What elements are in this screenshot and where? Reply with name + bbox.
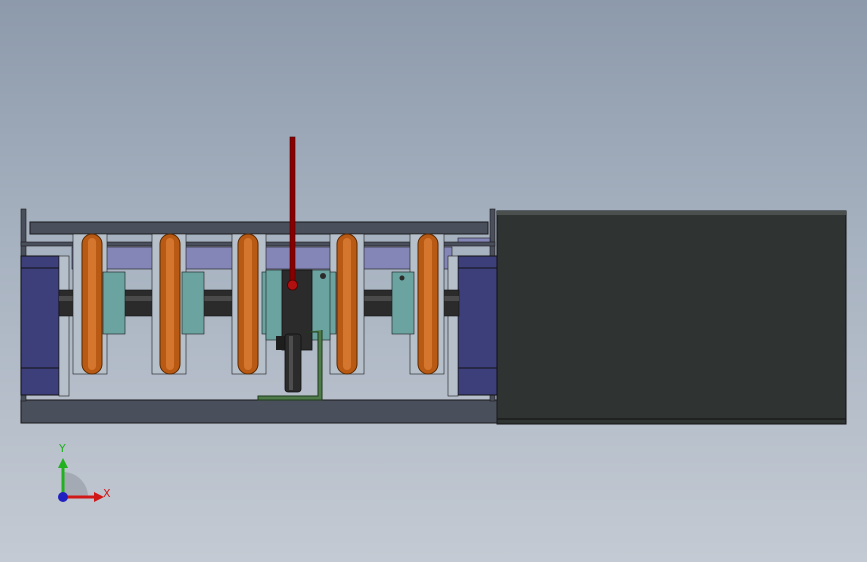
motor-housing[interactable]	[496, 210, 847, 425]
triad-y-label: Y	[59, 442, 66, 455]
sensor-post[interactable]	[284, 333, 302, 393]
orientation-triad[interactable]: Y X	[40, 440, 130, 520]
triad-graphic	[58, 458, 104, 502]
left-end-block[interactable]	[20, 255, 70, 397]
base-plate[interactable]	[20, 399, 498, 424]
cad-viewport[interactable]	[0, 0, 867, 562]
right-end-block[interactable]	[447, 255, 498, 397]
triad-x-label: X	[103, 487, 111, 500]
